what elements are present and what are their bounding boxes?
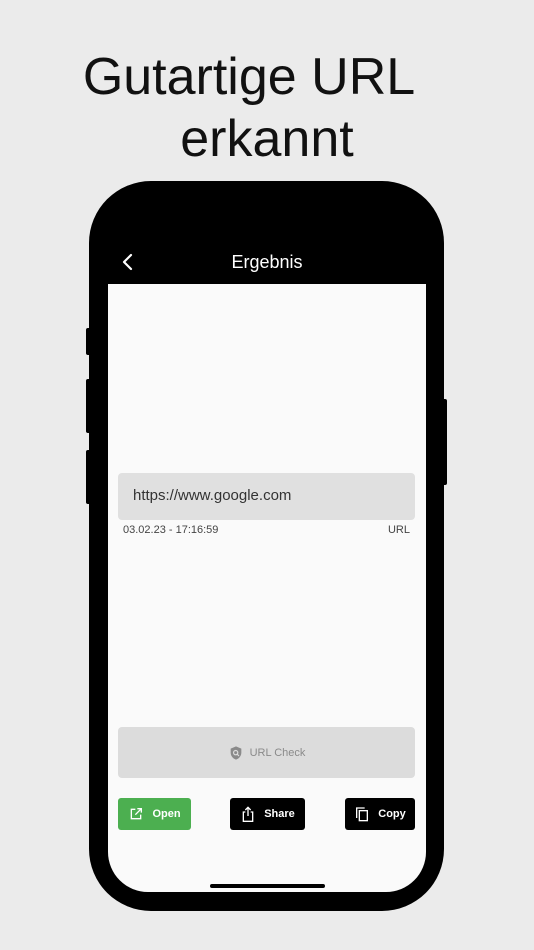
shield-search-icon	[230, 745, 241, 760]
url-check-label: URL Check	[249, 746, 306, 759]
open-label: Open	[152, 808, 181, 820]
open-button[interactable]: Open	[118, 798, 191, 830]
copy-label: Copy	[378, 808, 406, 820]
headline-line-1: Gutartige URL	[82, 48, 416, 106]
home-indicator[interactable]	[210, 884, 325, 888]
share-label: Share	[264, 808, 295, 820]
result-screen: https://www.google.com 03.02.23 - 17:16:…	[108, 284, 426, 892]
scan-type-label: URL	[387, 524, 410, 536]
promo-headline: Gutartige URL erkannt	[0, 46, 534, 170]
scan-timestamp: 03.02.23 - 17:16:59	[123, 524, 219, 536]
url-check-button[interactable]: URL Check	[118, 727, 415, 778]
headline-line-2: erkannt	[180, 110, 354, 168]
page: Gutartige URL erkannt Ergebnis https://w…	[0, 0, 534, 950]
page-title: Ergebnis	[231, 252, 303, 272]
copy-button[interactable]: Copy	[345, 798, 415, 830]
scanned-url-field[interactable]: https://www.google.com	[118, 473, 415, 520]
app-bar: Ergebnis	[108, 240, 426, 284]
share-button[interactable]: Share	[230, 798, 305, 830]
share-icon	[242, 806, 254, 822]
open-external-icon	[131, 808, 143, 820]
copy-icon	[356, 807, 369, 822]
